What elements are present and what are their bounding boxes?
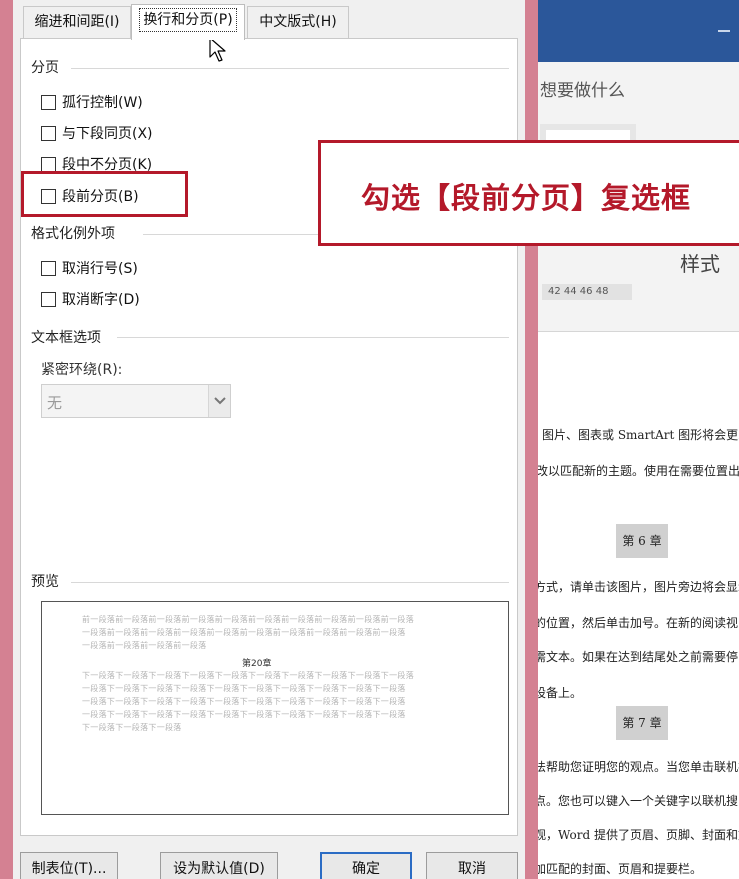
textbox-group-title: 文本框选项 — [31, 330, 101, 346]
preview-pane: 前一段落前一段落前一段落前一段落前一段落前一段落前一段落前一段落前一段落前一段落… — [41, 601, 509, 815]
exceptions-group-title: 格式化例外项 — [31, 226, 115, 242]
preview-next-line: 一段落下一段落下一段落下一段落下一段落下一段落下一段落下一段落下一段落下一段落 — [82, 684, 406, 693]
tab-asian-typography[interactable]: 中文版式(H) — [247, 6, 349, 38]
minimize-icon[interactable] — [718, 30, 730, 32]
dont-hyphenate-checkbox[interactable]: 取消断字(D) — [41, 289, 140, 309]
checkbox-box[interactable] — [41, 156, 56, 172]
document-line: 法帮助您证明您的观点。当您单击联机视 — [534, 760, 739, 774]
callout-text: 勾选【段前分页】复选框 — [361, 181, 692, 215]
chapter-heading: 第 6 章 — [616, 524, 668, 558]
tell-me-search[interactable]: 想要做什么 — [540, 76, 625, 101]
widow-control-checkbox[interactable]: 孤行控制(W) — [41, 92, 143, 112]
dialog-frame-right — [525, 0, 538, 879]
checkbox-box[interactable] — [41, 291, 56, 307]
checkbox-box[interactable] — [41, 94, 56, 110]
paragraph-dialog: 缩进和间距(I) 换行和分页(P) 中文版式(H) 分页 孤行控制(W) 与下段… — [13, 0, 525, 879]
preview-prev-line: 一段落前一段落前一段落前一段落 — [82, 641, 207, 650]
cancel-button[interactable]: 取消 — [426, 852, 518, 879]
group-divider — [71, 582, 509, 583]
checkbox-label: 取消断字(D) — [62, 292, 140, 308]
document-line: 观，Word 提供了页眉、页脚、封面和文 — [534, 828, 739, 842]
checkbox-label: 孤行控制(W) — [62, 95, 143, 111]
styles-group-label: 样式 — [680, 252, 720, 276]
word-title-bar — [528, 0, 739, 62]
checkbox-label: 取消行号(S) — [62, 261, 138, 277]
document-line: 图片、图表或 SmartArt 图形将会更改 — [542, 428, 739, 442]
group-divider — [117, 337, 509, 338]
ruler: 42 44 46 48 — [542, 284, 632, 300]
ok-button[interactable]: 确定 — [320, 852, 412, 879]
checkbox-box[interactable] — [41, 125, 56, 141]
dropdown-button[interactable] — [208, 385, 230, 417]
tab-label: 中文版式(H) — [259, 14, 337, 30]
checkbox-box[interactable] — [41, 260, 56, 276]
chevron-down-icon — [214, 397, 226, 405]
set-default-button[interactable]: 设为默认值(D) — [160, 852, 278, 879]
tight-wrap-select[interactable]: 无 — [41, 384, 231, 418]
preview-next-line: 一段落下一段落下一段落下一段落下一段落下一段落下一段落下一段落下一段落下一段落 — [82, 710, 406, 719]
word-document-window: 想要做什么 样式 42 44 46 48 图片、图表或 SmartArt 图形将… — [528, 0, 739, 879]
tab-label: 缩进和间距(I) — [34, 14, 120, 30]
preview-heading: 第20章 — [242, 659, 272, 669]
preview-next-line: 一段落下一段落下一段落下一段落下一段落下一段落下一段落下一段落下一段落下一段落 — [82, 697, 406, 706]
document-line: 方式，请单击该图片，图片旁边将会显示 — [534, 580, 739, 594]
preview-prev-line: 前一段落前一段落前一段落前一段落前一段落前一段落前一段落前一段落前一段落前一段落 — [82, 615, 414, 624]
preview-group-title: 预览 — [31, 574, 59, 590]
preview-next-line: 下一段落下一段落下一段落下一段落下一段落下一段落下一段落下一段落下一段落下一段落 — [82, 671, 414, 680]
group-divider — [71, 68, 509, 69]
suppress-line-numbers-checkbox[interactable]: 取消行号(S) — [41, 258, 138, 278]
preview-next-line: 下一段落下一段落下一段落 — [82, 723, 182, 732]
document-line: 需文本。如果在达到结尾处之前需要停 — [534, 650, 739, 664]
document-line: 的位置，然后单击加号。在新的阅读视图 — [534, 616, 739, 630]
document-line: 点。您也可以键入一个关键字以联机搜 — [534, 794, 739, 808]
pagination-group-title: 分页 — [31, 60, 59, 76]
instruction-callout: 勾选【段前分页】复选框 — [318, 140, 739, 246]
mouse-cursor-icon — [209, 37, 226, 62]
checkbox-label: 与下段同页(X) — [62, 126, 153, 142]
tab-indents-spacing[interactable]: 缩进和间距(I) — [23, 6, 131, 38]
keep-with-next-checkbox[interactable]: 与下段同页(X) — [41, 123, 153, 143]
tight-wrap-label: 紧密环绕(R): — [41, 362, 123, 378]
highlight-box — [21, 171, 188, 217]
document-line: 改以匹配新的主题。使用在需要位置出 — [536, 464, 739, 478]
chapter-heading: 第 7 章 — [616, 706, 668, 740]
document-line: 加匹配的封面、页眉和提要栏。 — [534, 862, 703, 876]
tab-label: 换行和分页(P) — [139, 8, 237, 32]
dialog-frame-left — [0, 0, 13, 879]
select-value: 无 — [47, 394, 63, 412]
document-line: 设备上。 — [534, 686, 583, 700]
preview-prev-line: 一段落前一段落前一段落前一段落前一段落前一段落前一段落前一段落前一段落前一段落 — [82, 628, 406, 637]
tab-line-page-breaks[interactable]: 换行和分页(P) — [131, 4, 245, 40]
tabs-button[interactable]: 制表位(T)... — [20, 852, 118, 879]
